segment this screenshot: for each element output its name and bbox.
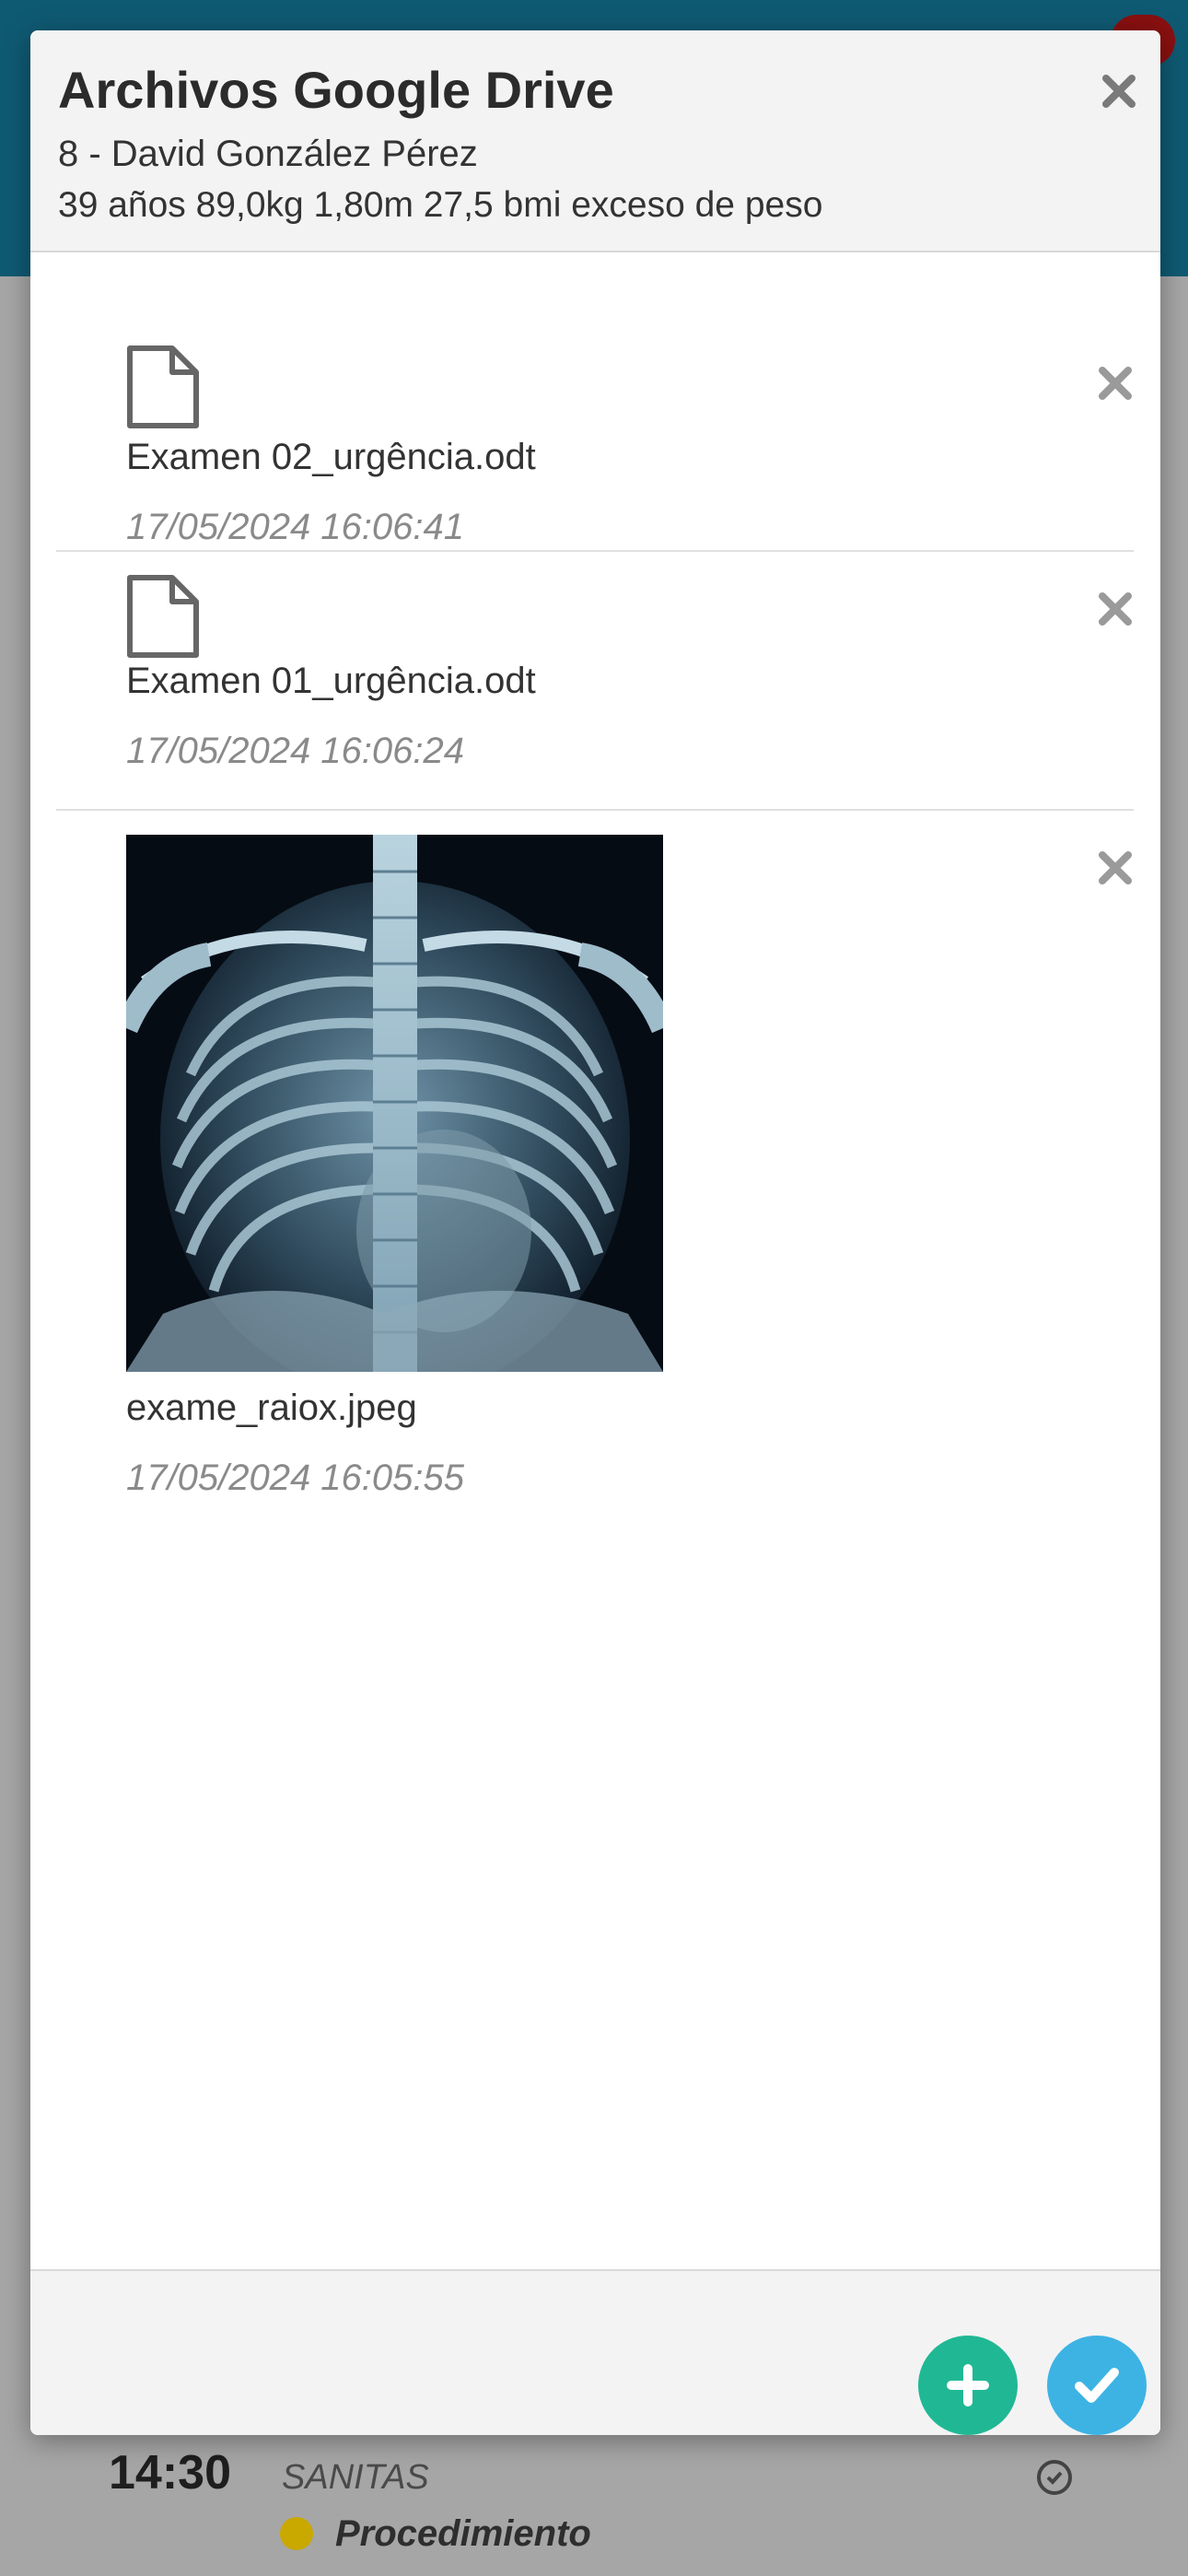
document-icon bbox=[127, 345, 199, 428]
close-icon bbox=[1099, 367, 1132, 400]
list-item[interactable]: exame_raiox.jpeg 17/05/2024 16:05:55 bbox=[56, 811, 1134, 1507]
close-icon bbox=[1099, 592, 1132, 626]
remove-file-button[interactable] bbox=[1088, 356, 1143, 411]
checkmark-icon bbox=[1075, 2368, 1119, 2403]
appointment-procedure: Procedimiento bbox=[335, 2513, 591, 2554]
modal-header: Archivos Google Drive 8 - David González… bbox=[30, 30, 1160, 252]
file-date: 17/05/2024 16:05:55 bbox=[126, 1458, 465, 1498]
status-dot bbox=[280, 2517, 313, 2550]
file-date: 17/05/2024 16:06:24 bbox=[126, 731, 465, 771]
close-modal-button[interactable] bbox=[1089, 62, 1148, 121]
drive-files-modal: Archivos Google Drive 8 - David González… bbox=[30, 30, 1160, 2435]
document-icon bbox=[127, 575, 199, 658]
modal-title: Archivos Google Drive bbox=[58, 61, 614, 119]
file-name: exame_raiox.jpeg bbox=[126, 1388, 417, 1428]
xray-image[interactable] bbox=[115, 835, 674, 1397]
add-file-button[interactable] bbox=[918, 2336, 1018, 2435]
remove-file-button[interactable] bbox=[1088, 581, 1143, 637]
file-list: Examen 02_urgência.odt 17/05/2024 16:06:… bbox=[56, 254, 1134, 1507]
remove-file-button[interactable] bbox=[1088, 840, 1143, 896]
file-name: Examen 02_urgência.odt bbox=[126, 437, 536, 477]
close-icon bbox=[1099, 851, 1132, 884]
confirm-button[interactable] bbox=[1047, 2336, 1147, 2435]
patient-info: 39 años 89,0kg 1,80m 27,5 bmi exceso de … bbox=[58, 185, 823, 225]
file-name: Examen 01_urgência.odt bbox=[126, 661, 536, 701]
list-item[interactable]: Examen 01_urgência.odt 17/05/2024 16:06:… bbox=[56, 552, 1134, 811]
check-circle-icon[interactable] bbox=[1037, 2460, 1072, 2495]
plus-icon bbox=[947, 2364, 989, 2406]
list-item[interactable]: Examen 02_urgência.odt 17/05/2024 16:06:… bbox=[56, 254, 1134, 552]
close-icon bbox=[1102, 75, 1136, 108]
appointment-time: 14:30 bbox=[109, 2446, 231, 2500]
file-date: 17/05/2024 16:06:41 bbox=[126, 507, 465, 547]
appointment-insurer: SANITAS bbox=[282, 2458, 429, 2497]
patient-name: 8 - David González Pérez bbox=[58, 134, 478, 174]
